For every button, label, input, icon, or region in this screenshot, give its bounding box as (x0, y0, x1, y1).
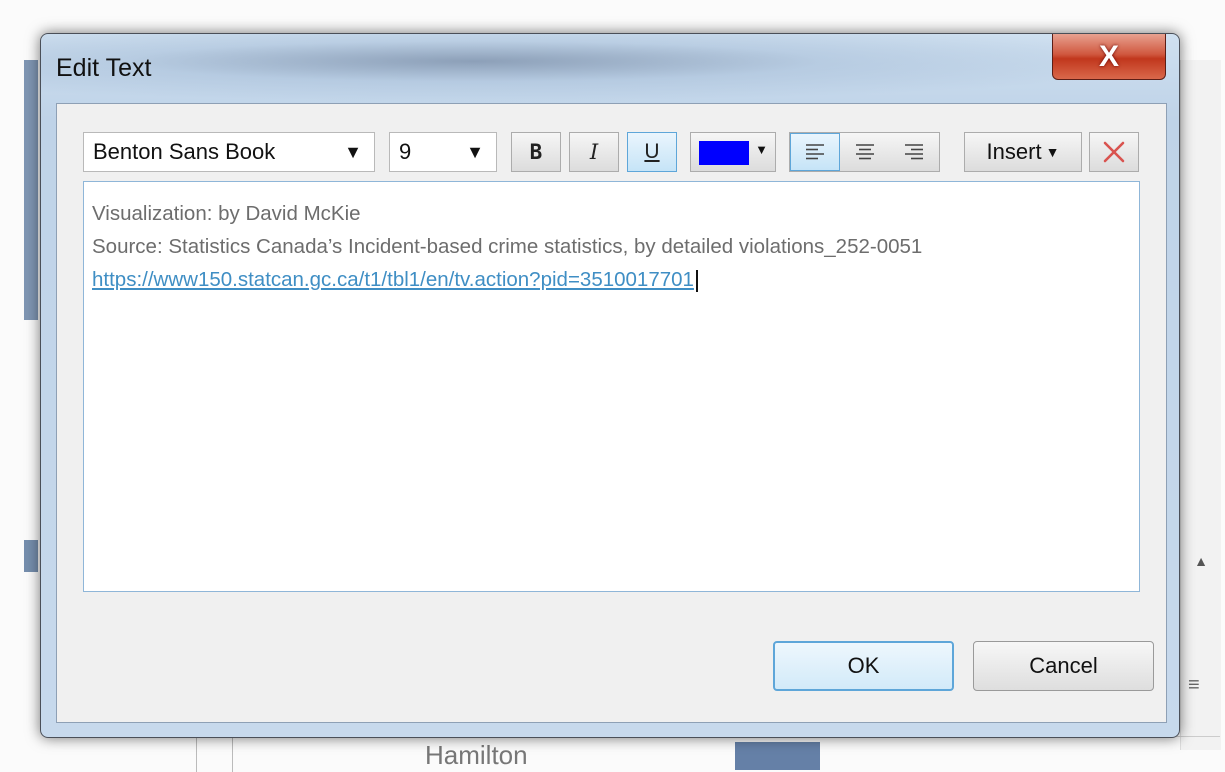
font-size-value: 9 (399, 139, 412, 164)
cancel-button[interactable]: Cancel (973, 641, 1154, 691)
close-button[interactable]: X (1052, 34, 1166, 80)
title-bar (41, 34, 1179, 102)
background-divider (232, 736, 233, 772)
font-family-select[interactable]: Benton Sans Book ▼ (83, 132, 375, 172)
insert-label: Insert (986, 139, 1042, 164)
background-bar (735, 742, 820, 770)
dropdown-arrow-icon: ▼ (466, 142, 484, 162)
align-left-button[interactable] (790, 133, 840, 171)
align-center-button[interactable] (840, 133, 890, 171)
background-panel-strip (24, 60, 38, 320)
underline-button[interactable]: U (627, 132, 677, 172)
bold-icon: B (529, 140, 543, 164)
close-icon: X (1098, 39, 1119, 73)
background-panel-strip (24, 540, 38, 572)
align-left-icon (805, 144, 824, 160)
dialog-title: Edit Text (56, 54, 152, 82)
scroll-up-icon: ▲ (1194, 553, 1208, 569)
dialog-body: Benton Sans Book ▼ 9 ▼ B I U ▼ Insert ▼ … (56, 103, 1167, 723)
clear-format-button[interactable] (1089, 132, 1139, 172)
alignment-group (789, 132, 940, 172)
font-size-select[interactable]: 9 ▼ (389, 132, 497, 172)
dropdown-arrow-icon: ▼ (344, 142, 362, 162)
dropdown-arrow-icon: ▼ (1045, 144, 1060, 160)
background-right-panel (1180, 60, 1221, 750)
source-link[interactable]: https://www150.statcan.gc.ca/t1/tbl1/en/… (92, 268, 694, 291)
background-city-label: Hamilton (425, 740, 528, 770)
underline-icon: U (644, 140, 660, 163)
italic-icon: I (589, 140, 599, 164)
editor-line-url: https://www150.statcan.gc.ca/t1/tbl1/en/… (92, 263, 1131, 296)
text-editor[interactable]: Visualization: by David McKie Source: St… (83, 181, 1140, 592)
insert-button[interactable]: Insert ▼ (964, 132, 1082, 172)
clear-x-icon (1103, 141, 1125, 163)
edit-text-dialog: Edit Text X Benton Sans Book ▼ 9 ▼ B I U… (40, 33, 1180, 738)
background-divider (196, 736, 197, 772)
bold-button[interactable]: B (511, 132, 561, 172)
italic-button[interactable]: I (569, 132, 619, 172)
font-family-value: Benton Sans Book (93, 139, 276, 164)
align-right-icon (905, 144, 924, 160)
align-right-button[interactable] (889, 133, 939, 171)
editor-line-credit: Visualization: by David McKie (92, 202, 361, 225)
text-color-button[interactable]: ▼ (690, 132, 776, 172)
menu-lines-icon: ≡ (1188, 674, 1200, 696)
dropdown-arrow-icon: ▼ (755, 142, 768, 157)
ok-button[interactable]: OK (773, 641, 954, 691)
align-center-icon (855, 144, 874, 160)
text-cursor (695, 269, 698, 292)
editor-line-source: Source: Statistics Canada’s Incident-bas… (92, 235, 923, 258)
color-swatch (699, 141, 749, 165)
